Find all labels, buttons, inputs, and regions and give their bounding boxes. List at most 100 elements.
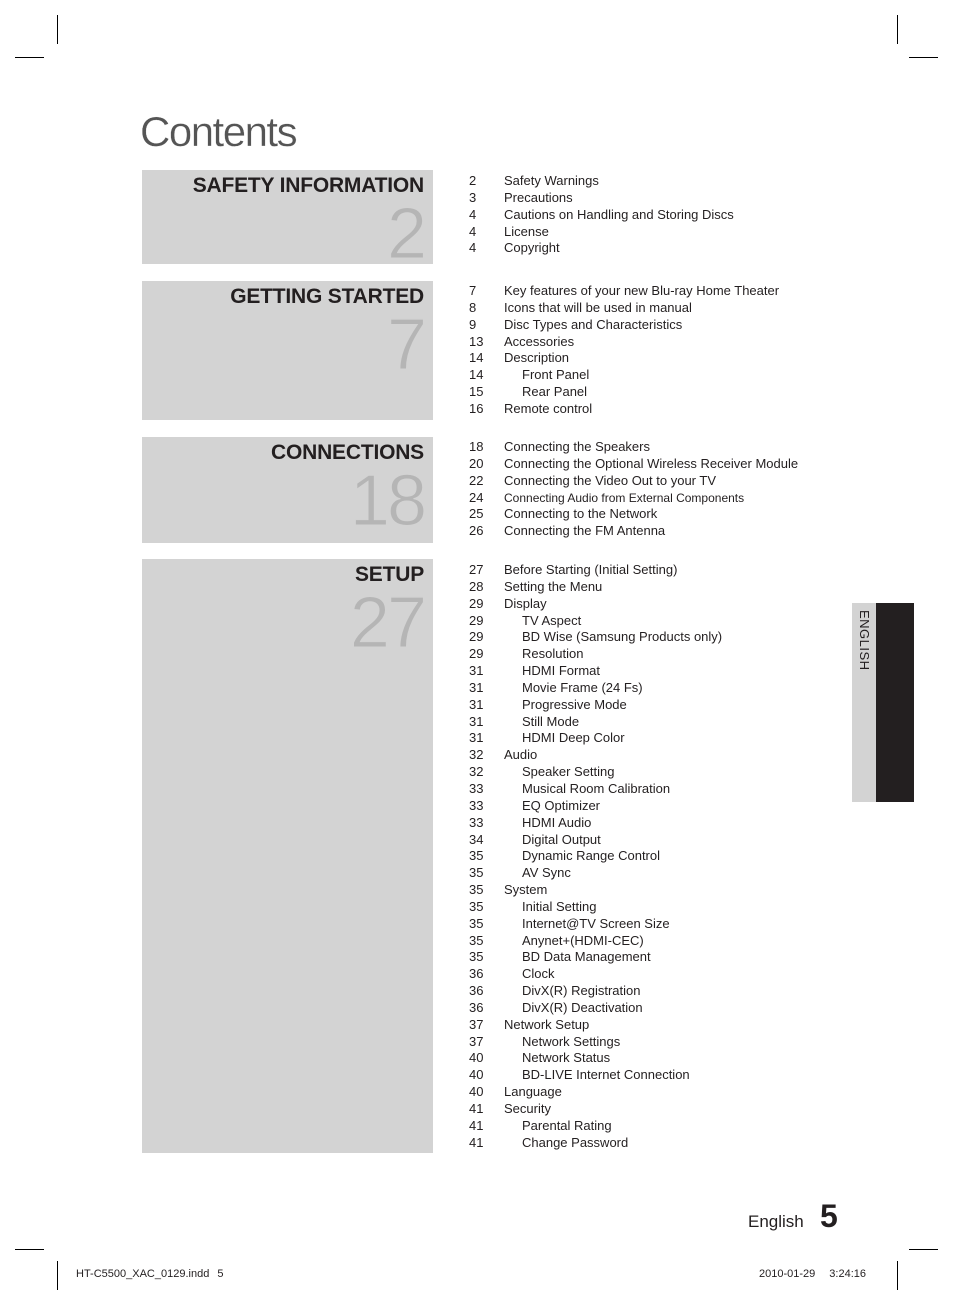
toc-entry-title: HDMI Deep Color — [522, 730, 625, 746]
toc-entry-title: BD Data Management — [522, 949, 651, 965]
toc-subentry: 40 BD-LIVE Internet Connection — [469, 1067, 849, 1084]
toc-entry-page: 28 — [469, 578, 484, 594]
page-title: Contents — [140, 108, 298, 155]
toc-entry-title: Digital Output — [522, 831, 601, 847]
toc-entry-page: 33 — [469, 814, 484, 830]
toc-entry-page: 36 — [469, 999, 484, 1015]
toc-entry-page: 37 — [469, 1033, 484, 1049]
toc-entry-title: Icons that will be used in manual — [504, 299, 692, 315]
section-page-number: 27 — [349, 583, 427, 664]
toc-subentry: 35 Anynet+(HDMI-CEC) — [469, 933, 849, 950]
toc-entry-title: Connecting the Optional Wireless Receive… — [504, 455, 799, 471]
toc-entry-page: 20 — [469, 455, 484, 471]
toc-entry: 7 Key features of your new Blu-ray Home T… — [469, 283, 849, 300]
slug-page: 5 — [217, 1268, 224, 1280]
crop-mark-bottom-right-vertical — [897, 1261, 898, 1290]
toc-entry-page: 32 — [469, 747, 484, 763]
toc-subentry: 37 Network Settings — [469, 1034, 849, 1051]
toc-entry: 20 Connecting the Optional Wireless Recei… — [469, 456, 849, 473]
toc-entry: 14 Description — [469, 350, 849, 367]
toc-entry-page: 24 — [469, 489, 484, 505]
toc-entry-page: 29 — [469, 595, 484, 611]
toc-subentry: 31 HDMI Deep Color — [469, 730, 849, 747]
toc-list-setup: 27 Before Starting (Initial Setting) 28 Set… — [469, 562, 849, 1152]
slug-filename: HT-C5500_XAC_0129.indd — [76, 1268, 210, 1280]
toc-entry-title: Initial Setting — [522, 898, 597, 914]
toc-entry-page: 35 — [469, 865, 484, 881]
toc-entry: 2 Safety Warnings — [469, 173, 849, 190]
toc-entry: 40 Language — [469, 1084, 849, 1101]
toc-entry-title: HDMI Audio — [522, 814, 592, 830]
toc-subentry: 41 Change Password — [469, 1135, 849, 1152]
toc-subentry: 29 TV Aspect — [469, 613, 849, 630]
toc-entry: 18 Connecting the Speakers — [469, 439, 849, 456]
toc-subentry: 33 HDMI Audio — [469, 815, 849, 832]
crop-mark-top-left-vertical — [57, 15, 58, 44]
crop-mark-top-right-horizontal — [909, 57, 938, 58]
toc-entry: 9 Disc Types and Characteristics — [469, 317, 849, 334]
toc-entry-title: Speaker Setting — [522, 764, 615, 780]
toc-entry-page: 18 — [469, 439, 484, 454]
toc-entry: 8 Icons that will be used in manual — [469, 300, 849, 317]
toc-entry: 4 Cautions on Handling and Storing Discs — [469, 207, 849, 224]
toc-entry-title: Front Panel — [522, 367, 590, 383]
crop-mark-top-right-vertical — [897, 15, 898, 44]
section-page-number: 18 — [349, 461, 427, 542]
toc-subentry: 35 AV Sync — [469, 865, 849, 882]
language-tab-label: ENGLISH — [857, 610, 872, 671]
toc-subentry: 14 Front Panel — [469, 367, 849, 384]
toc-entry-title: AV Sync — [522, 865, 571, 881]
toc-subentry: 29 BD Wise (Samsung Products only) — [469, 629, 849, 646]
toc-entry-page: 7 — [469, 283, 477, 298]
toc-entry-title: Copyright — [504, 240, 560, 256]
toc-entry-title: Change Password — [522, 1134, 629, 1150]
toc-entry: 16 Remote control — [469, 401, 849, 418]
toc-entry: 37 Network Setup — [469, 1017, 849, 1034]
toc-subentry: 35 BD Data Management — [469, 949, 849, 966]
toc-entry-page: 35 — [469, 949, 484, 965]
toc-entry: 4 Copyright — [469, 240, 849, 257]
toc-entry-title: DivX(R) Registration — [522, 983, 641, 999]
toc-subentry: 32 Speaker Setting — [469, 764, 849, 781]
slug-date: 2010-01-29 — [759, 1268, 816, 1280]
toc-subentry: 40 Network Status — [469, 1050, 849, 1067]
toc-entry-title: Musical Room Calibration — [522, 780, 671, 796]
toc-subentry: 41 Parental Rating — [469, 1118, 849, 1135]
toc-list-getting-started: 7 Key features of your new Blu-ray Home T… — [469, 283, 849, 418]
toc-entry-page: 8 — [469, 299, 477, 315]
toc-entry: 41 Security — [469, 1101, 849, 1118]
toc-entry-page: 3 — [469, 189, 477, 205]
toc-entry-title: System — [504, 882, 548, 898]
toc-entry-title: Network Status — [522, 1050, 611, 1066]
toc-entry-page: 32 — [469, 764, 484, 780]
toc-entry-title: Disc Types and Characteristics — [504, 316, 683, 332]
language-tab-marker — [876, 603, 914, 802]
toc-entry-title: EQ Optimizer — [522, 797, 601, 813]
toc-entry-page: 31 — [469, 663, 484, 679]
section-panel-safety-information: SAFETY INFORMATION 2 — [142, 170, 433, 275]
toc-entry: 3 Precautions — [469, 190, 849, 207]
toc-entry-page: 9 — [469, 316, 477, 332]
toc-subentry: 36 DivX(R) Registration — [469, 983, 849, 1000]
toc-entry-page: 35 — [469, 882, 484, 898]
crop-mark-bottom-left-horizontal — [15, 1249, 44, 1250]
toc-entry-title: Security — [504, 1101, 551, 1116]
toc-entry-title: DivX(R) Deactivation — [522, 999, 643, 1015]
toc-entry-title: Clock — [522, 966, 555, 982]
toc-entry-title: Setting the Menu — [504, 578, 603, 594]
crop-mark-bottom-right-horizontal — [909, 1249, 938, 1250]
toc-entry: 32 Audio — [469, 747, 849, 764]
toc-entry-page: 25 — [469, 506, 484, 522]
toc-entry-title: Connecting the FM Antenna — [504, 523, 666, 539]
toc-subentry: 33 EQ Optimizer — [469, 798, 849, 815]
toc-subentry: 29 Resolution — [469, 646, 849, 663]
toc-entry-page: 41 — [469, 1101, 484, 1116]
toc-entry-page: 35 — [469, 848, 484, 864]
toc-entry-title: Key features of your new Blu-ray Home Th… — [504, 283, 780, 298]
toc-subentry: 31 Still Mode — [469, 714, 849, 731]
toc-entry-title: Display — [504, 595, 547, 611]
toc-entry-page: 22 — [469, 472, 484, 488]
toc-entry-title: Rear Panel — [522, 384, 588, 400]
toc-subentry: 31 HDMI Format — [469, 663, 849, 680]
toc-entry-title: Cautions on Handling and Storing Discs — [504, 206, 734, 222]
